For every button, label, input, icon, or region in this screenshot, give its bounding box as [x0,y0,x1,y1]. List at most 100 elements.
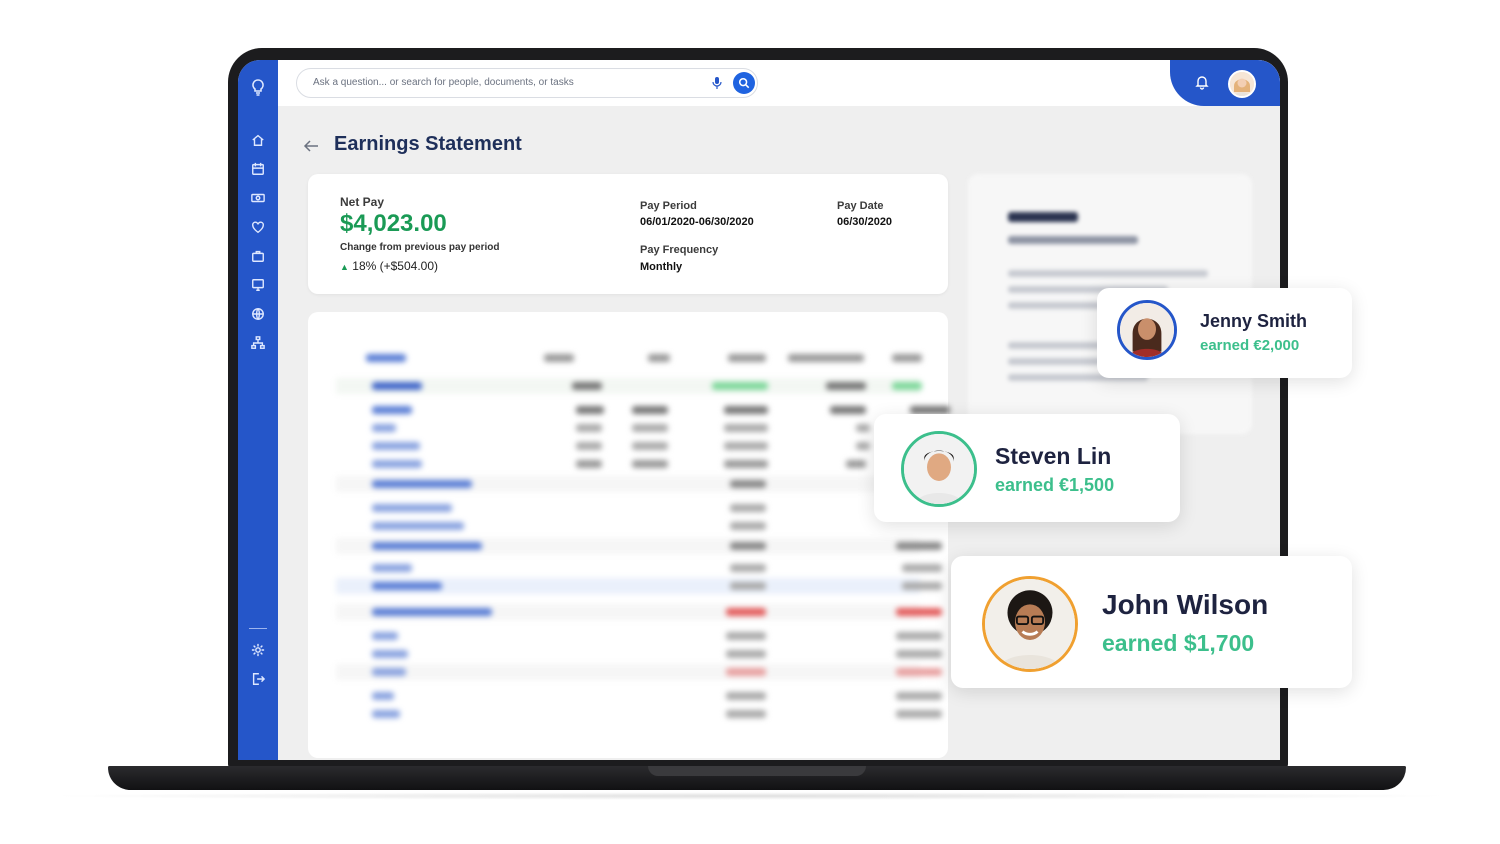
benefits-icon[interactable] [250,219,266,235]
blurred-table-row [336,460,920,470]
blurred-cell [372,406,412,414]
blurred-cell [576,406,604,414]
blurred-table-row [336,710,942,720]
earner-amount: earned $1,700 [1102,630,1255,656]
blurred-cell [372,632,398,640]
user-avatar[interactable] [1228,70,1256,98]
top-bar: Ask a question... or search for people, … [278,60,1280,106]
pay-date-label: Pay Date [837,200,884,212]
sidebar-divider [249,628,267,629]
pay-date-value: 06/30/2020 [837,216,893,228]
blurred-cell [896,650,942,658]
blurred-cell [726,710,766,718]
earner-name: John Wilson [1102,589,1269,620]
earner-name: Steven Lin [995,443,1112,469]
blurred-cell [730,480,766,488]
org-chart-icon[interactable] [250,335,266,351]
net-pay-amount: $4,023.00 [340,210,447,237]
blurred-cell [372,460,422,468]
blurred-cell [724,424,768,432]
blurred-cell [576,460,602,468]
blurred-cell [372,522,464,530]
avatar [901,431,977,507]
blurred-cell [896,632,942,640]
lightbulb-icon[interactable] [249,78,267,98]
blurred-cell [896,692,942,700]
search-placeholder: Ask a question... or search for people, … [313,77,574,88]
blurred-cell [372,442,420,450]
blurred-cell [372,650,408,658]
blurred-table-row [336,476,920,492]
sidebar [238,60,278,760]
calendar-icon[interactable] [250,161,266,177]
search-icon [738,77,750,89]
blurred-cell [856,442,870,450]
blurred-cell [372,582,442,590]
earner-card: Jenny Smith earned €2,000 [1097,288,1352,378]
blurred-cell [372,692,394,700]
pay-frequency-value: Monthly [640,261,683,273]
settings-icon[interactable] [250,642,266,658]
change-label: Change from previous pay period [340,242,500,253]
blurred-table-row [336,692,942,702]
blurred-cell [372,504,452,512]
blurred-table-row [336,604,942,620]
change-value-row: ▲ 18% (+$504.00) [340,259,438,273]
blurred-cell [648,354,670,362]
blurred-cell [632,460,668,468]
blurred-table-content [308,312,950,758]
pay-period-label: Pay Period [640,200,697,212]
logout-icon[interactable] [250,671,266,687]
briefcase-icon[interactable] [250,248,266,264]
blurred-cell [372,424,396,432]
globe-icon[interactable] [250,306,266,322]
blurred-cell [892,382,922,390]
search-button[interactable] [733,72,755,94]
blurred-table-row [336,538,942,554]
blurred-cell [576,442,602,450]
net-pay-card: Net Pay $4,023.00 Change from previous p… [308,174,948,294]
net-pay-label: Net Pay [340,195,385,209]
blurred-table-row [336,632,942,642]
pay-period-value: 06/01/2020-06/30/2020 [640,216,754,228]
blurred-cell [896,710,942,718]
blurred-cell [712,382,768,390]
blurred-cell [788,354,864,362]
blurred-cell [372,668,406,676]
up-triangle-icon: ▲ [340,262,349,272]
home-icon[interactable] [250,132,266,148]
bell-icon[interactable] [1194,74,1210,90]
page-title: Earnings Statement [334,133,522,155]
blurred-cell [896,608,942,616]
earnings-table [308,312,950,758]
blurred-cell [896,542,942,550]
blurred-cell [726,632,766,640]
blurred-cell [826,382,866,390]
blurred-table-row [336,578,942,594]
change-value: 18% (+$504.00) [352,259,438,273]
blurred-table-row [336,406,950,416]
monitor-icon[interactable] [250,277,266,293]
laptop-notch [648,766,866,776]
blurred-cell [372,480,472,488]
blurred-cell [724,460,768,468]
blurred-cell [896,668,942,676]
blurred-cell [632,442,668,450]
blurred-cell [372,564,412,572]
blurred-cell [726,668,766,676]
earner-card: Steven Lin earned €1,500 [874,414,1180,522]
blurred-cell [724,442,768,450]
blurred-table-row [336,424,920,434]
blurred-cell [910,406,950,414]
microphone-icon[interactable] [711,76,723,90]
search-input[interactable]: Ask a question... or search for people, … [296,68,758,98]
blurred-cell [856,424,870,432]
blurred-cell [892,354,922,362]
money-icon[interactable] [250,190,266,206]
blurred-cell [730,504,766,512]
blurred-cell [726,608,766,616]
blurred-cell [572,382,602,390]
blurred-cell [830,406,866,414]
blurred-cell [730,522,766,530]
back-arrow-icon[interactable] [302,138,320,154]
